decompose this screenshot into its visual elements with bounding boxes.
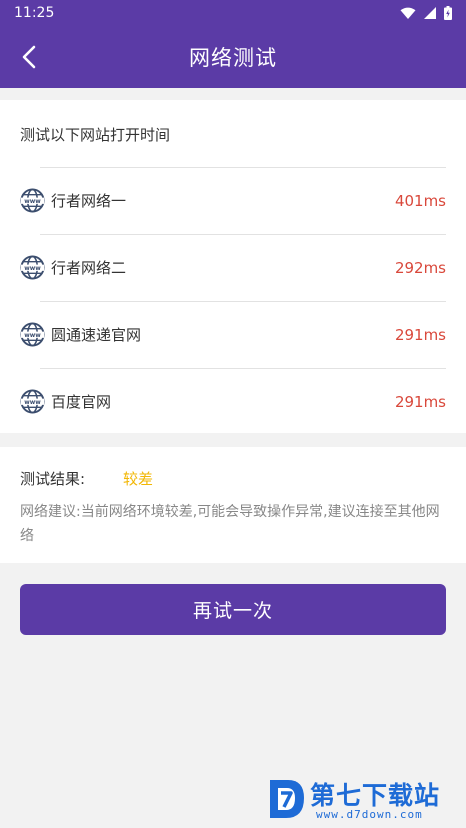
sites-heading: 测试以下网站打开时间 (20, 126, 171, 144)
svg-text:www: www (24, 198, 41, 205)
www-globe-icon: www (20, 255, 45, 280)
site-name: 圆通速递官网 (51, 326, 142, 344)
result-line: 测试结果: 较差 (20, 468, 153, 489)
back-button[interactable] (12, 40, 46, 74)
watermark-url: www.d7down.com (316, 808, 423, 821)
divider (40, 167, 446, 168)
site-time: 291ms (394, 392, 446, 411)
site-row: www 行者网络二 292ms (0, 234, 466, 301)
site-time: 292ms (394, 258, 446, 277)
status-time: 11:25 (14, 5, 55, 21)
divider (40, 234, 446, 235)
result-value: 较差 (123, 470, 154, 488)
svg-text:www: www (24, 265, 41, 272)
site-row: www 百度官网 291ms (0, 368, 466, 435)
status-icons (400, 6, 452, 20)
divider (40, 301, 446, 302)
svg-text:www: www (24, 399, 41, 406)
watermark-text: 第七下载站 (310, 781, 441, 810)
chevron-left-icon (22, 45, 36, 69)
result-label: 测试结果: (20, 470, 86, 488)
svg-text:www: www (24, 332, 41, 339)
site-name: 百度官网 (51, 393, 112, 411)
divider (40, 368, 446, 369)
watermark: 第七下载站 www.d7down.com (266, 774, 460, 826)
www-globe-icon: www (20, 389, 45, 414)
site-time: 291ms (394, 325, 446, 344)
site-time: 401ms (394, 191, 446, 210)
site-row: www 行者网络一 401ms (0, 167, 466, 234)
site-test-card: 测试以下网站打开时间 www 行者网络一 401ms www 行者网络二 292… (0, 100, 466, 433)
site-row: www 圆通速递官网 291ms (0, 301, 466, 368)
app-bar: 网络测试 (0, 26, 466, 88)
status-bar: 11:25 (0, 0, 466, 26)
network-advice: 网络建议:当前网络环境较差,可能会导致操作异常,建议连接至其他网络 (20, 504, 440, 544)
cellular-signal-icon (424, 7, 436, 19)
wifi-icon (400, 7, 416, 19)
battery-icon (444, 6, 452, 20)
www-globe-icon: www (20, 188, 45, 213)
site-list: www 行者网络一 401ms www 行者网络二 292ms www 圆通速递… (0, 167, 466, 435)
d7-logo-icon (270, 780, 304, 818)
www-globe-icon: www (20, 322, 45, 347)
page-title: 网络测试 (189, 46, 277, 70)
site-name: 行者网络二 (51, 259, 127, 277)
site-name: 行者网络一 (51, 192, 127, 210)
result-card: 测试结果: 较差 网络建议:当前网络环境较差,可能会导致操作异常,建议连接至其他… (0, 447, 466, 563)
retry-button[interactable]: 再试一次 (20, 584, 446, 635)
